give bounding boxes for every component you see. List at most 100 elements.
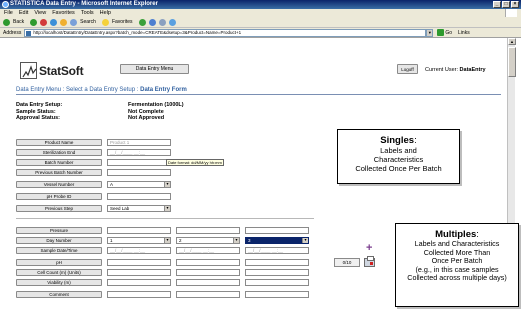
pressure-label[interactable]: Pressure <box>16 227 102 234</box>
day-number-value-3: 3 <box>248 238 251 243</box>
menu-view[interactable]: View <box>34 9 46 17</box>
stop-icon[interactable] <box>40 18 48 26</box>
address-input[interactable]: http://localhost/DataEntry/DataEntry.asp… <box>24 28 427 37</box>
day-number-select-3[interactable]: 3 ▼ <box>245 237 309 244</box>
cell-count-field-3[interactable] <box>245 269 309 276</box>
window-title-bar: STATISTICA Data Entry - Microsoft Intern… <box>0 0 521 9</box>
menu-tools[interactable]: Tools <box>81 9 94 17</box>
previous-step-value: Seed Lab <box>110 206 130 211</box>
ph-probe-id-field[interactable] <box>107 193 171 200</box>
day-number-select-2[interactable]: 2 ▼ <box>176 237 240 244</box>
menu-file[interactable]: File <box>4 9 13 17</box>
cell-count-field-2[interactable] <box>176 269 240 276</box>
pressure-field-2[interactable] <box>176 227 240 234</box>
address-label: Address <box>3 29 22 36</box>
cell-count-field-1[interactable] <box>107 269 171 276</box>
viability-field-2[interactable] <box>176 279 240 286</box>
sample-datetime-field-3[interactable]: __/__/____ __:__ <box>245 247 309 254</box>
comment-field-2[interactable] <box>176 291 240 298</box>
day-number-label[interactable]: Day Number <box>16 237 102 244</box>
media-icon[interactable] <box>138 18 146 26</box>
search-button[interactable]: Search <box>80 19 96 25</box>
menu-favorites[interactable]: Favorites <box>52 9 75 17</box>
back-icon[interactable] <box>3 18 10 26</box>
mail-icon[interactable] <box>148 18 156 26</box>
vessel-number-label[interactable]: Vessel Number <box>16 181 102 188</box>
previous-step-select[interactable]: Seed Lab ▼ <box>107 205 171 212</box>
links-button[interactable]: Links <box>458 30 470 36</box>
approval-status-label: Approval Status: <box>16 115 61 121</box>
ph-field-1[interactable] <box>107 259 171 266</box>
multiples-line-5: Collected across multiple days) <box>407 273 507 283</box>
ph-field-2[interactable] <box>176 259 240 266</box>
sample-datetime-field-1[interactable]: __/__/____ __:__ <box>107 247 171 254</box>
print-icon[interactable] <box>364 256 375 267</box>
scroll-up-icon[interactable]: ▲ <box>508 38 516 45</box>
pressure-field-1[interactable] <box>107 227 171 234</box>
favorites-button[interactable]: Favorites <box>112 19 133 25</box>
ph-field-3[interactable] <box>245 259 309 266</box>
sample-datetime-field-2[interactable]: __/__/____ __:__ <box>176 247 240 254</box>
menu-edit[interactable]: Edit <box>19 9 28 17</box>
home-icon[interactable] <box>60 18 68 26</box>
sterilization-end-label[interactable]: Sterilization End <box>16 149 102 156</box>
chevron-down-icon[interactable]: ▼ <box>164 206 170 211</box>
scroll-thumb[interactable] <box>508 47 516 77</box>
multiples-callout: Multiples: Labels and Characteristics Co… <box>395 223 519 307</box>
chevron-down-icon[interactable]: ▼ <box>426 28 434 37</box>
forward-icon[interactable] <box>30 18 38 26</box>
back-button[interactable]: Back <box>13 19 24 25</box>
minimize-icon[interactable]: _ <box>493 1 501 8</box>
chevron-down-icon[interactable]: ▼ <box>164 182 170 187</box>
viability-label[interactable]: Viability (m) <box>16 279 102 286</box>
comment-label[interactable]: Comment <box>16 291 102 298</box>
pressure-field-3[interactable] <box>245 227 309 234</box>
current-user-name: DataEntry <box>459 67 486 73</box>
add-column-icon[interactable]: + <box>366 243 372 254</box>
sample-datetime-label[interactable]: Sample Date/Time <box>16 247 102 254</box>
edit-icon[interactable] <box>168 18 176 26</box>
batch-number-label[interactable]: Batch Number <box>16 159 102 166</box>
viability-field-3[interactable] <box>245 279 309 286</box>
chevron-down-icon[interactable]: ▼ <box>302 238 308 243</box>
menu-help[interactable]: Help <box>100 9 111 17</box>
go-button[interactable]: Go <box>437 29 452 36</box>
date-format-tooltip: Date format: dd/MM/yy hh:mm <box>166 159 224 166</box>
previous-batch-number-field[interactable] <box>107 169 171 176</box>
day-number-select-1[interactable]: 1 ▼ <box>107 237 171 244</box>
chevron-down-icon[interactable]: ▼ <box>233 238 239 243</box>
favorites-icon[interactable] <box>101 18 109 26</box>
logoff-button[interactable]: Logoff <box>397 64 418 74</box>
ph-label[interactable]: pH <box>16 259 102 266</box>
viability-field-1[interactable] <box>107 279 171 286</box>
data-entry-menu-button[interactable]: Data Entry Menu <box>120 64 189 74</box>
product-name-label[interactable]: Product Name <box>16 139 102 146</box>
maximize-icon[interactable]: □ <box>502 1 510 8</box>
info-labels: Data Entry Setup: Sample Status: Approva… <box>16 102 62 122</box>
sample-counter: 0/10 <box>334 258 360 267</box>
previous-step-label[interactable]: Previous Step <box>16 205 102 212</box>
menu-bar: File Edit View Favorites Tools Help <box>0 9 521 17</box>
print-toolbar-icon[interactable] <box>158 18 166 26</box>
breadcrumb: Data Entry Menu : Select a Data Entry Se… <box>16 87 187 93</box>
singles-title: Singles <box>380 135 415 146</box>
close-icon[interactable]: × <box>511 1 519 8</box>
refresh-icon[interactable] <box>50 18 58 26</box>
cell-count-label[interactable]: Cell Count (m) (Units) <box>16 269 102 276</box>
singles-callout: Singles: Labels and Characteristics Coll… <box>337 129 460 184</box>
ph-probe-id-label[interactable]: pH Probe ID <box>16 193 102 200</box>
product-name-field: Product 1 <box>107 139 171 146</box>
go-label: Go <box>445 29 453 36</box>
search-icon[interactable] <box>70 18 78 26</box>
batch-number-field[interactable] <box>107 159 171 166</box>
sterilization-end-field[interactable]: __/__/____ __:__ <box>107 149 171 156</box>
section-separator <box>16 218 314 219</box>
setup-value: Fermentation (1000L) <box>128 102 184 108</box>
chevron-down-icon[interactable]: ▼ <box>164 238 170 243</box>
breadcrumb-select-setup[interactable]: Select a Data Entry Setup <box>66 87 135 93</box>
previous-batch-number-label[interactable]: Previous Batch Number <box>16 169 102 176</box>
vessel-number-select[interactable]: A ▼ <box>107 181 171 188</box>
comment-field-3[interactable] <box>245 291 309 298</box>
breadcrumb-data-entry-menu[interactable]: Data Entry Menu <box>16 87 61 93</box>
comment-field-1[interactable] <box>107 291 171 298</box>
